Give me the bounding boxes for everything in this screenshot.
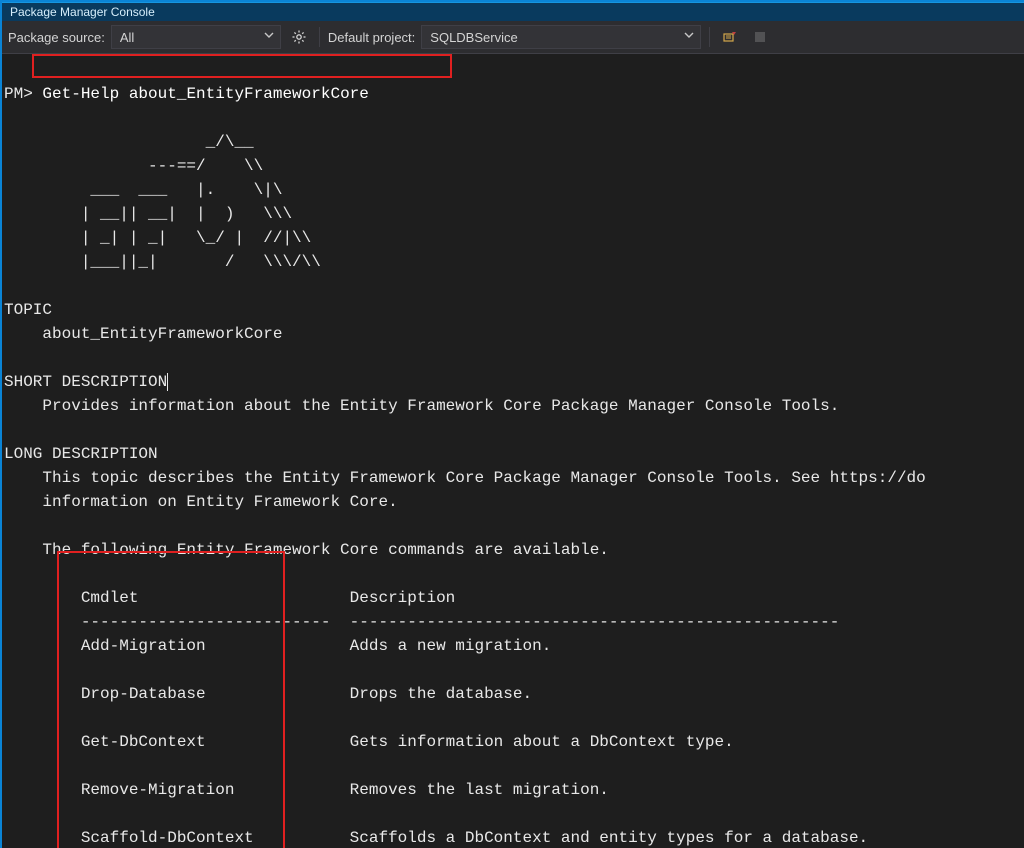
- default-project-value: SQLDBService: [430, 30, 517, 45]
- titlebar: Package Manager Console: [2, 2, 1024, 21]
- long-description-line: information on Entity Framework Core.: [4, 493, 398, 511]
- settings-button[interactable]: [287, 25, 311, 49]
- short-description-header: SHORT DESCRIPTION: [4, 373, 167, 391]
- topic-header: TOPIC: [4, 301, 52, 319]
- clear-console-button[interactable]: [718, 25, 742, 49]
- table-row: Remove-Migration Removes the last migrat…: [4, 781, 609, 799]
- prompt: PM>: [4, 85, 33, 103]
- stop-icon: [753, 30, 767, 44]
- package-source-value: All: [120, 30, 134, 45]
- toolbar: Package source: All Default project: SQL…: [2, 21, 1024, 54]
- text-cursor: [167, 373, 168, 391]
- package-manager-console-window: Package Manager Console Package source: …: [0, 0, 1024, 848]
- window-title: Package Manager Console: [10, 5, 155, 19]
- clear-icon: [722, 29, 738, 45]
- ascii-art: _/\__ ---==/ \\ ___ ___ |. \|\ | __|| __…: [4, 133, 321, 271]
- table-row: Get-DbContext Gets information about a D…: [4, 733, 734, 751]
- table-header: Cmdlet Description: [4, 589, 455, 607]
- toolbar-separator: [319, 27, 320, 47]
- gear-icon: [291, 29, 307, 45]
- chevron-down-icon: [684, 30, 694, 40]
- long-description-line: The following Entity Framework Core comm…: [4, 541, 609, 559]
- long-description-line: This topic describes the Entity Framewor…: [4, 469, 926, 487]
- table-row: Drop-Database Drops the database.: [4, 685, 532, 703]
- default-project-dropdown[interactable]: SQLDBService: [421, 25, 701, 49]
- toolbar-separator: [709, 27, 710, 47]
- table-divider: -------------------------- -------------…: [4, 613, 839, 631]
- long-description-header: LONG DESCRIPTION: [4, 445, 158, 463]
- stop-button[interactable]: [748, 25, 772, 49]
- table-row: Add-Migration Adds a new migration.: [4, 637, 551, 655]
- package-source-dropdown[interactable]: All: [111, 25, 281, 49]
- table-row: Scaffold-DbContext Scaffolds a DbContext…: [4, 829, 868, 847]
- short-description-value: Provides information about the Entity Fr…: [4, 397, 839, 415]
- command-text: Get-Help about_EntityFrameworkCore: [33, 85, 369, 103]
- chevron-down-icon: [264, 30, 274, 40]
- highlight-box-command: [32, 54, 452, 78]
- package-source-label: Package source:: [8, 30, 105, 45]
- topic-value: about_EntityFrameworkCore: [4, 325, 282, 343]
- default-project-label: Default project:: [328, 30, 415, 45]
- console-output[interactable]: PM> Get-Help about_EntityFrameworkCore _…: [2, 54, 1024, 848]
